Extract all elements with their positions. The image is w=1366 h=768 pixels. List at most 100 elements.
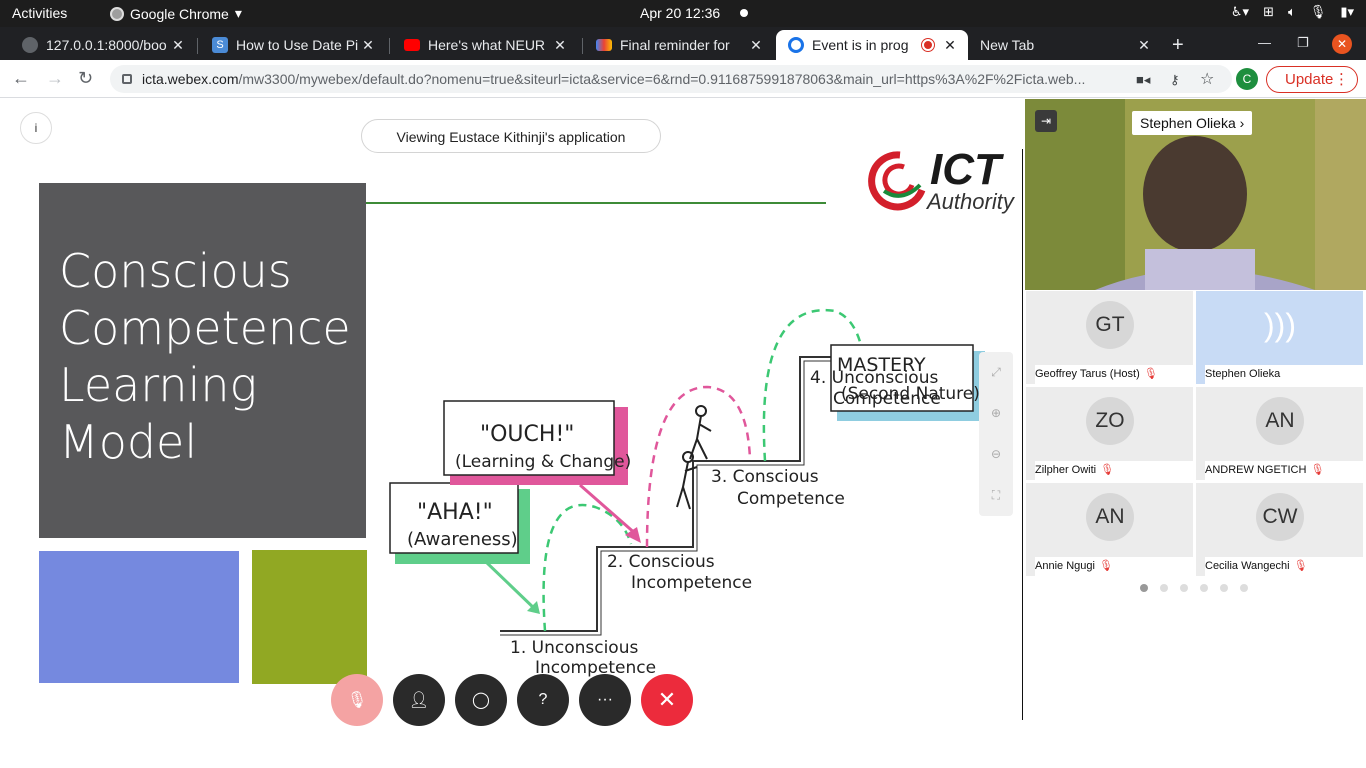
tab-title: Final reminder for <box>620 37 730 53</box>
update-button[interactable]: Update ⋮ <box>1266 66 1358 93</box>
new-tab-plus-icon[interactable]: + <box>1172 34 1184 57</box>
profile-avatar[interactable]: C <box>1236 68 1258 90</box>
close-tab-icon[interactable]: ✕ <box>550 37 570 54</box>
expand-icon[interactable]: ⤢ <box>979 352 1013 393</box>
participant-tile[interactable]: AN Annie Ngugi 🎙︎ <box>1025 482 1195 577</box>
close-tab-icon[interactable]: ✕ <box>168 37 188 54</box>
accessibility-icon[interactable]: ♿︎▾ <box>1231 4 1249 20</box>
svg-text:"AHA!": "AHA!" <box>417 500 493 525</box>
page-dot[interactable] <box>1220 584 1228 592</box>
activities-button[interactable]: Activities <box>12 5 67 21</box>
camera-icon[interactable]: ■◂ <box>1136 72 1150 88</box>
mute-button[interactable]: 🎙︎ <box>331 674 383 726</box>
microphone-icon[interactable]: 🎙︎ <box>1310 4 1327 20</box>
webex-icon <box>788 37 804 53</box>
avatar: GT <box>1086 301 1134 349</box>
bookmark-star-icon[interactable]: ☆ <box>1200 69 1214 89</box>
participant-tile[interactable]: ZO Zilpher Owiti 🎙︎ <box>1025 386 1195 481</box>
more-options-button[interactable]: ··· <box>579 674 631 726</box>
minimize-icon[interactable]: — <box>1258 35 1271 50</box>
forward-arrow-icon[interactable]: → <box>46 68 64 89</box>
tab-webex-event[interactable]: Event is in prog ✕ <box>776 30 968 60</box>
qa-button[interactable]: ? <box>517 674 569 726</box>
tab-date-picker[interactable]: S How to Use Date Pi ✕ <box>190 30 386 60</box>
participant-tile[interactable]: ))) Stephen Olieka <box>1195 290 1365 385</box>
slide-title-panel: Conscious Competence Learning Model <box>39 183 366 538</box>
youtube-icon <box>404 39 420 51</box>
tab-new-tab[interactable]: New Tab ✕ <box>968 30 1162 60</box>
fullscreen-icon[interactable]: ⛶ <box>979 475 1013 516</box>
maximize-icon[interactable]: ❐ <box>1297 35 1309 51</box>
update-label: Update <box>1285 71 1334 88</box>
notification-dot-icon <box>740 9 748 17</box>
stage-4-label-2: Competence <box>833 389 941 409</box>
globe-icon <box>22 37 38 53</box>
tab-title: 127.0.0.1:8000/boo <box>46 37 167 53</box>
reload-icon[interactable]: ↻ <box>78 68 93 89</box>
close-tab-icon[interactable]: ✕ <box>358 37 378 54</box>
svg-text:"OUCH!": "OUCH!" <box>480 422 574 447</box>
more-vert-icon[interactable]: ⋮ <box>1334 70 1349 88</box>
tab-local-server[interactable]: 127.0.0.1:8000/boo ✕ <box>0 30 196 60</box>
url-path: /mw3300/mywebex/default.do?nomenu=true&s… <box>238 71 1086 87</box>
participant-name: ANDREW NGETICH <box>1205 464 1307 476</box>
aha-callout: "AHA!" (Awareness) <box>389 482 540 614</box>
back-arrow-icon[interactable]: ← <box>12 68 30 89</box>
network-icon[interactable]: ⊞ <box>1263 4 1274 20</box>
page-dot[interactable] <box>1200 584 1208 592</box>
page-dot[interactable] <box>1160 584 1168 592</box>
stage-2-label: 2. Conscious <box>607 552 715 572</box>
active-speaker-video: ⇥ Stephen Olieka › <box>1025 99 1366 290</box>
app-menu[interactable]: Google Chrome ▾ <box>110 5 242 22</box>
lock-icon <box>122 74 132 84</box>
clock[interactable]: Apr 20 12:36 <box>640 5 720 21</box>
key-icon[interactable]: ⚷ <box>1170 72 1180 88</box>
app-name: Google Chrome <box>130 5 229 22</box>
participant-tile[interactable]: GT Geoffrey Tarus (Host) 🎙︎ <box>1025 290 1195 385</box>
tab-title: Here's what NEUR <box>428 37 546 53</box>
chat-button[interactable]: ◯ <box>455 674 507 726</box>
participants-button[interactable]: 👤︎ <box>393 674 445 726</box>
question-icon: ? <box>538 691 548 708</box>
page-dot[interactable] <box>1240 584 1248 592</box>
muted-mic-icon: 🎙︎ <box>1098 560 1113 572</box>
stage-3-label-2: Competence <box>737 489 845 509</box>
close-tab-icon[interactable]: ✕ <box>746 37 766 54</box>
collapse-panel-icon[interactable]: ⇥ <box>1035 110 1057 132</box>
viewing-banner: Viewing Eustace Kithinji's application <box>361 119 661 153</box>
zoom-out-icon[interactable]: ⊖ <box>979 434 1013 475</box>
url-host: icta.webex.com <box>142 71 239 87</box>
site-s-icon: S <box>212 37 228 53</box>
page-dot[interactable] <box>1140 584 1148 592</box>
tab-youtube[interactable]: Here's what NEUR ✕ <box>382 30 578 60</box>
page-dot[interactable] <box>1180 584 1188 592</box>
close-tab-icon[interactable]: ✕ <box>1134 37 1154 54</box>
more-horiz-icon: ··· <box>597 691 613 708</box>
avatar: AN <box>1086 493 1134 541</box>
muted-mic-icon: 🎙︎ <box>1293 560 1308 572</box>
shared-content: i Viewing Eustace Kithinji's application… <box>0 99 1023 726</box>
info-icon[interactable]: i <box>20 112 52 144</box>
address-bar[interactable]: icta.webex.com/mw3300/mywebex/default.do… <box>110 65 1232 93</box>
zoom-in-icon[interactable]: ⊕ <box>979 393 1013 434</box>
logo-subtext: Authority <box>927 189 1014 214</box>
slide-divider <box>366 202 826 204</box>
participant-tile[interactable]: AN ANDREW NGETICH 🎙︎ <box>1195 386 1365 481</box>
close-window-icon[interactable]: ✕ <box>1332 34 1352 54</box>
stage-2-label-2: Incompetence <box>631 573 752 593</box>
participant-tile[interactable]: CW Cecilia Wangechi 🎙︎ <box>1195 482 1365 577</box>
speaking-indicator-icon: ))) <box>1264 307 1296 343</box>
system-tray[interactable]: ♿︎▾ ⊞ 🔈︎ 🎙︎ ▮▾ <box>1231 4 1354 20</box>
end-call-button[interactable]: ✕ <box>641 674 693 726</box>
chevron-down-icon: ▾ <box>234 5 242 21</box>
participants-icon: 👤︎ <box>408 692 430 709</box>
tab-gmail[interactable]: Final reminder for ✕ <box>574 30 774 60</box>
battery-icon[interactable]: ▮▾ <box>1340 4 1354 20</box>
volume-icon[interactable]: 🔈︎ <box>1288 4 1296 20</box>
gmail-icon <box>596 39 612 51</box>
avatar: CW <box>1256 493 1304 541</box>
slide-title: Conscious Competence Learning Model <box>59 244 351 469</box>
participant-pager <box>1140 584 1248 592</box>
ict-logo-swirl-icon <box>868 151 926 211</box>
close-tab-icon[interactable]: ✕ <box>940 37 960 54</box>
